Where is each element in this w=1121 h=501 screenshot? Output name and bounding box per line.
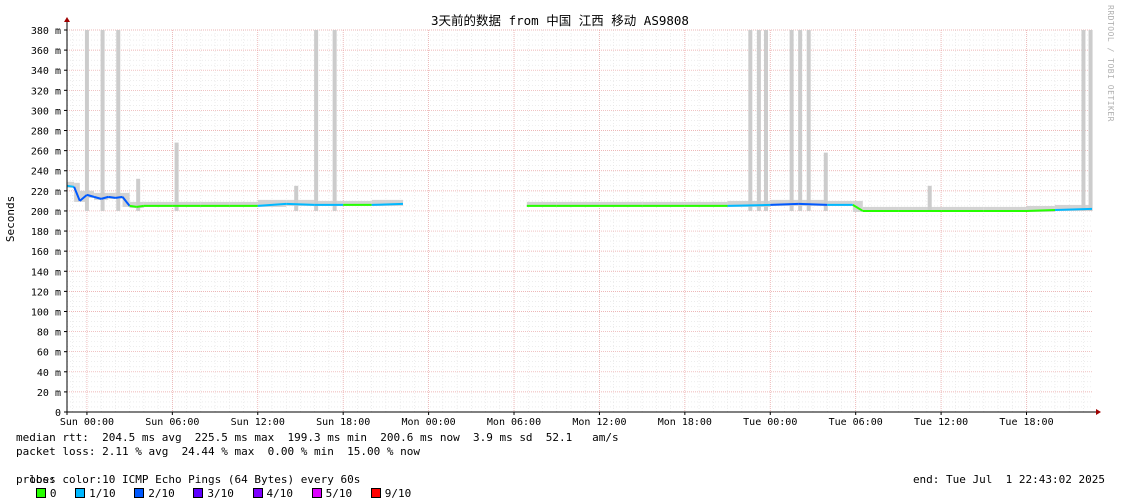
loss-color-swatch: [370, 488, 381, 498]
smoke-spike: [763, 30, 768, 211]
loss-color-swatch: [35, 488, 46, 498]
y-tick-label: 380 m: [31, 26, 61, 37]
y-tick-label: 280 m: [31, 127, 61, 138]
loss-color-swatch: [311, 488, 322, 498]
end-time: end: Tue Jul 1 22:43:02 2025: [912, 473, 1105, 486]
packet-loss-stats: packet loss: 2.11 % avg 24.44 % max 0.00…: [16, 445, 420, 458]
median-rtt-segment: [1054, 207, 1093, 211]
y-tick-label: 80 m: [37, 328, 61, 339]
smoke-spike: [1088, 30, 1093, 211]
median-rtt-segment: [770, 202, 799, 206]
smoke-spike: [314, 30, 319, 211]
y-tick-label: 260 m: [31, 147, 61, 158]
smoke-spike: [1081, 30, 1086, 211]
median-rtt-segment: [136, 204, 145, 208]
y-tick-label: 320 m: [31, 86, 61, 97]
median-rtt-stats: median rtt: 204.5 ms avg 225.5 ms max 19…: [16, 431, 619, 444]
median-rtt-segment: [371, 202, 404, 206]
median-rtt-segment: [115, 195, 123, 199]
x-axis-arrow: [1096, 409, 1101, 415]
probe-info: probe: 10 ICMP Echo Pings (64 Bytes) eve…: [16, 473, 361, 486]
median-rtt-segment: [1026, 208, 1056, 212]
median-rtt-segment: [286, 202, 315, 206]
smoke-spike: [927, 185, 932, 211]
smoke-spike: [756, 30, 761, 211]
y-tick-label: 200 m: [31, 207, 61, 218]
smoke-spike: [84, 30, 89, 211]
y-tick-labels: 020 m40 m60 m80 m100 m120 m140 m160 m180…: [31, 26, 61, 419]
x-tick-label: Sun 00:00: [60, 417, 114, 428]
smoke-spike: [823, 152, 828, 211]
smoke-area: [67, 30, 1093, 212]
x-tick-label: Tue 12:00: [914, 417, 968, 428]
y-axis-label: Seconds: [4, 196, 17, 242]
y-tick-label: 160 m: [31, 247, 61, 258]
loss-color-swatch: [252, 488, 263, 498]
y-axis-arrow: [64, 17, 70, 22]
loss-color-swatch: [134, 488, 145, 498]
x-tick-label: Sun 12:00: [231, 417, 285, 428]
x-tick-label: Sun 18:00: [316, 417, 370, 428]
y-tick-label: 100 m: [31, 307, 61, 318]
latency-chart: 020 m40 m60 m80 m100 m120 m140 m160 m180…: [4, 13, 1101, 428]
x-tick-label: Mon 06:00: [487, 417, 541, 428]
y-tick-label: 360 m: [31, 46, 61, 57]
median-rtt-segment: [727, 203, 771, 207]
x-tick-labels: Sun 00:00 Sun 06:00 Sun 12:00 Sun 18:00 Mon …: [60, 417, 1054, 428]
x-tick-label: Tue 00:00: [743, 417, 797, 428]
smoke-spike: [116, 30, 121, 211]
smoke-spike: [174, 142, 179, 211]
y-tick-label: 240 m: [31, 167, 61, 178]
y-tick-label: 220 m: [31, 187, 61, 198]
y-tick-label: 140 m: [31, 267, 61, 278]
smoke-spike: [798, 30, 803, 211]
axes: [64, 17, 1101, 415]
median-rtt-segment: [108, 195, 116, 199]
y-tick-label: 40 m: [37, 368, 61, 379]
x-tick-label: Mon 18:00: [658, 417, 712, 428]
median-rtt-segment: [66, 184, 75, 188]
x-tick-label: Tue 06:00: [829, 417, 883, 428]
chart-title: 3天前的数据 from 中国 江西 移动 AS9808: [431, 13, 689, 28]
median-rtt-segment: [798, 202, 828, 206]
grid: [67, 29, 1092, 412]
loss-color-swatch: [193, 488, 204, 498]
smoke-spike: [100, 30, 105, 211]
smoke-spike: [789, 30, 794, 211]
x-tick-label: Mon 00:00: [402, 417, 456, 428]
y-tick-label: 340 m: [31, 66, 61, 77]
rrdtool-watermark: RRDTOOL / TOBI OETIKER: [1106, 5, 1115, 122]
x-tick-label: Mon 12:00: [572, 417, 626, 428]
y-tick-label: 120 m: [31, 287, 61, 298]
x-tick-label: Sun 06:00: [145, 417, 199, 428]
median-rtt-segment: [129, 204, 137, 208]
y-tick-label: 20 m: [37, 388, 61, 399]
smoke-spike: [294, 185, 299, 211]
loss-color-swatch: [75, 488, 86, 498]
y-tick-label: 300 m: [31, 106, 61, 117]
x-tick-label: Tue 18:00: [999, 417, 1053, 428]
y-tick-label: 60 m: [37, 348, 61, 359]
smoke-spike: [806, 30, 811, 211]
smoke-spike: [748, 30, 753, 211]
smoke-spike: [332, 30, 337, 211]
y-tick-label: 180 m: [31, 227, 61, 238]
